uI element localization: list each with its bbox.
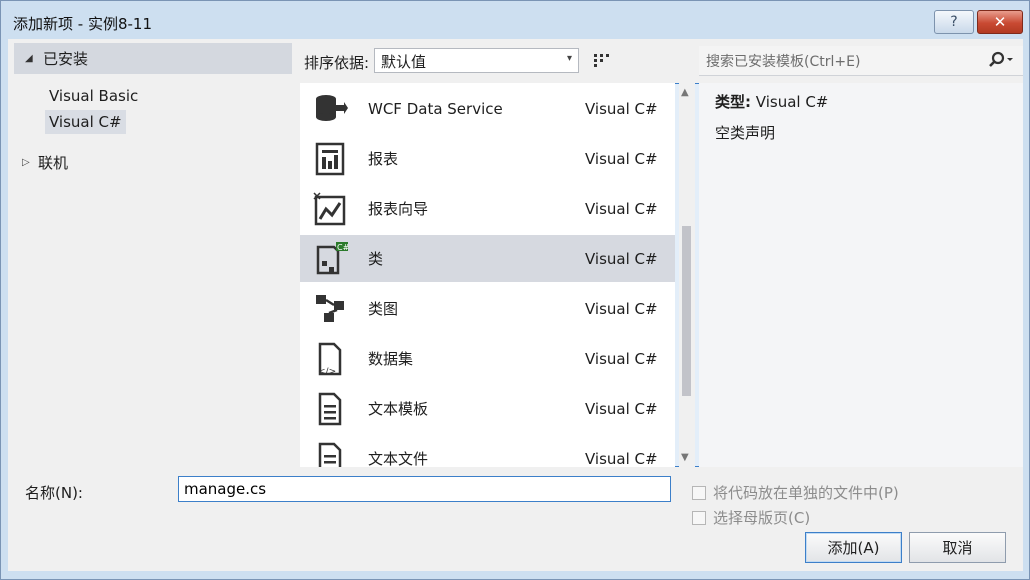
template-row[interactable]: 文本模板 Visual C# xyxy=(300,385,675,432)
template-description: 空类声明 xyxy=(715,124,776,142)
add-new-item-dialog: 添加新项 - 实例8-11 ? ✕ ◢ 已安装 Visual Basic Vis… xyxy=(0,0,1030,580)
template-details-panel: 类型: Visual C# 空类声明 xyxy=(699,83,1023,467)
small-icons-view-icon xyxy=(593,53,609,67)
template-name: 报表 xyxy=(368,150,399,168)
add-button[interactable]: 添加(A) xyxy=(805,532,902,563)
search-icon[interactable] xyxy=(987,51,1013,69)
tree-item-visual-basic[interactable]: Visual Basic xyxy=(45,84,142,108)
template-language: Visual C# xyxy=(585,199,658,218)
collapsed-arrow-icon[interactable]: ▷ xyxy=(22,157,38,168)
template-row[interactable]: 类图 Visual C# xyxy=(300,285,675,332)
checkbox-box[interactable] xyxy=(692,485,706,500)
template-language: Visual C# xyxy=(585,349,658,368)
template-name: 类图 xyxy=(368,300,399,318)
template-language: Visual C# xyxy=(585,399,658,418)
close-icon: ✕ xyxy=(993,13,1007,31)
template-name: 文本文件 xyxy=(368,450,429,467)
template-language: Visual C# xyxy=(585,249,658,268)
tree-node-label: 已安装 xyxy=(43,50,89,68)
template-type: 类型: Visual C# xyxy=(715,91,828,112)
scrollbar-thumb[interactable] xyxy=(682,226,691,396)
sort-by-select[interactable]: 默认值 ▾ xyxy=(374,48,579,73)
name-input[interactable] xyxy=(178,476,671,502)
template-language: Visual C# xyxy=(585,99,658,118)
dataset-icon: </> xyxy=(318,342,342,377)
help-icon: ? xyxy=(950,14,958,30)
template-row[interactable]: WCF Data Service Visual C# xyxy=(300,85,675,132)
cancel-button[interactable]: 取消 xyxy=(909,532,1006,563)
template-row[interactable]: </> 数据集 Visual C# xyxy=(300,335,675,382)
template-list-scrollbar[interactable]: ▲ ▼ xyxy=(679,83,695,467)
svg-text:</>: </> xyxy=(318,367,336,377)
dialog-body: ◢ 已安装 Visual Basic Visual C# ▷ 联机 排序依据: … xyxy=(8,39,1023,571)
template-search-box[interactable]: 搜索已安装模板(Ctrl+E) xyxy=(699,46,1023,76)
template-type-value: Visual C# xyxy=(755,93,829,111)
report-icon xyxy=(315,142,345,175)
scroll-down-icon[interactable]: ▼ xyxy=(681,452,689,463)
tree-node-online[interactable]: ▷ 联机 xyxy=(22,152,68,173)
wcf-service-icon xyxy=(316,94,348,121)
template-tree: ◢ 已安装 Visual Basic Visual C# ▷ 联机 xyxy=(8,39,292,467)
search-input[interactable]: 搜索已安装模板(Ctrl+E) xyxy=(706,51,860,71)
template-language: Visual C# xyxy=(585,299,658,318)
report-wizard-icon xyxy=(313,191,346,225)
template-row[interactable]: 文本文件 Visual C# xyxy=(300,435,675,467)
checkbox-label: 将代码放在单独的文件中(P) xyxy=(713,484,899,502)
template-name: 报表向导 xyxy=(368,200,429,218)
template-name: WCF Data Service xyxy=(368,99,503,118)
expanded-arrow-icon[interactable]: ◢ xyxy=(25,53,39,64)
template-name: 数据集 xyxy=(368,350,414,368)
template-name: 类 xyxy=(368,250,384,268)
svg-text:C#: C# xyxy=(337,243,348,252)
class-diagram-icon xyxy=(316,294,344,322)
template-row[interactable]: 报表 Visual C# xyxy=(300,135,675,182)
help-button[interactable]: ? xyxy=(934,10,974,34)
sort-by-value: 默认值 xyxy=(381,53,427,71)
text-file-icon xyxy=(318,442,342,467)
tree-item-visual-csharp[interactable]: Visual C# xyxy=(45,110,126,134)
separate-code-file-checkbox[interactable]: 将代码放在单独的文件中(P) xyxy=(692,482,899,503)
title-bar: 添加新项 - 实例8-11 ? ✕ xyxy=(1,1,1029,39)
sort-by-label: 排序依据: xyxy=(304,54,370,72)
close-button[interactable]: ✕ xyxy=(977,10,1023,34)
template-language: Visual C# xyxy=(585,149,658,168)
tree-node-installed[interactable]: ◢ 已安装 xyxy=(14,43,292,74)
template-language: Visual C# xyxy=(585,449,658,468)
window-title: 添加新项 - 实例8-11 xyxy=(13,15,152,33)
text-template-icon xyxy=(318,392,342,425)
checkbox-box[interactable] xyxy=(692,510,706,525)
checkbox-label: 选择母版页(C) xyxy=(713,509,811,527)
template-row[interactable]: 报表向导 Visual C# xyxy=(300,185,675,232)
class-icon: C# xyxy=(316,241,348,274)
template-type-label: 类型: xyxy=(715,93,751,111)
name-label: 名称(N): xyxy=(25,484,83,502)
tree-node-label: 联机 xyxy=(38,154,69,172)
select-master-page-checkbox[interactable]: 选择母版页(C) xyxy=(692,507,810,528)
template-row-selected[interactable]: C# 类 Visual C# xyxy=(300,235,675,282)
chevron-down-icon: ▾ xyxy=(566,53,572,64)
template-list: WCF Data Service Visual C# 报表 Visual C# xyxy=(300,83,675,467)
small-icons-view-button[interactable] xyxy=(588,47,615,74)
template-name: 文本模板 xyxy=(368,400,429,418)
scroll-up-icon[interactable]: ▲ xyxy=(681,87,689,98)
